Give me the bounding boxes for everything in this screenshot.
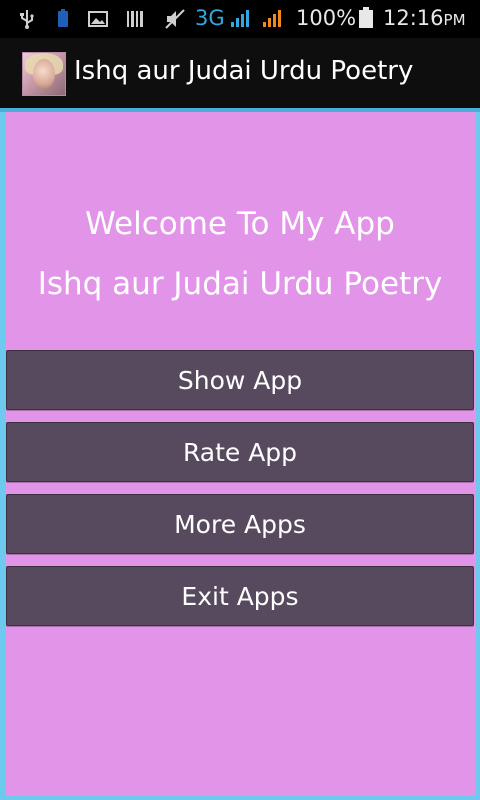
more-apps-button[interactable]: More Apps <box>6 494 474 554</box>
mute-icon <box>165 9 185 29</box>
battery-icon <box>359 7 373 28</box>
barcode-icon <box>127 11 143 27</box>
signal-icon-sim1 <box>231 10 249 27</box>
rate-app-button[interactable]: Rate App <box>6 422 474 482</box>
clock-ampm: PM <box>443 11 466 29</box>
status-bar: 3G 100% 12:16PM <box>0 0 480 38</box>
battery-saver-icon <box>58 9 68 27</box>
app-title: Ishq aur Judai Urdu Poetry <box>74 56 414 86</box>
welcome-heading: Welcome To My App <box>85 206 395 242</box>
welcome-app-name: Ishq aur Judai Urdu Poetry <box>37 266 443 302</box>
image-icon <box>88 11 108 27</box>
signal-icon-sim2 <box>263 10 281 27</box>
usb-icon <box>20 10 34 29</box>
app-icon[interactable] <box>22 52 66 96</box>
battery-percent: 100% <box>296 6 357 30</box>
action-bar: Ishq aur Judai Urdu Poetry <box>0 38 480 108</box>
exit-apps-button[interactable]: Exit Apps <box>6 566 474 626</box>
clock-time: 12:16 <box>383 6 444 30</box>
app-icon-face <box>33 59 55 89</box>
show-app-button[interactable]: Show App <box>6 350 474 410</box>
clock: 12:16PM <box>383 6 466 30</box>
network-type-label: 3G <box>195 6 225 30</box>
